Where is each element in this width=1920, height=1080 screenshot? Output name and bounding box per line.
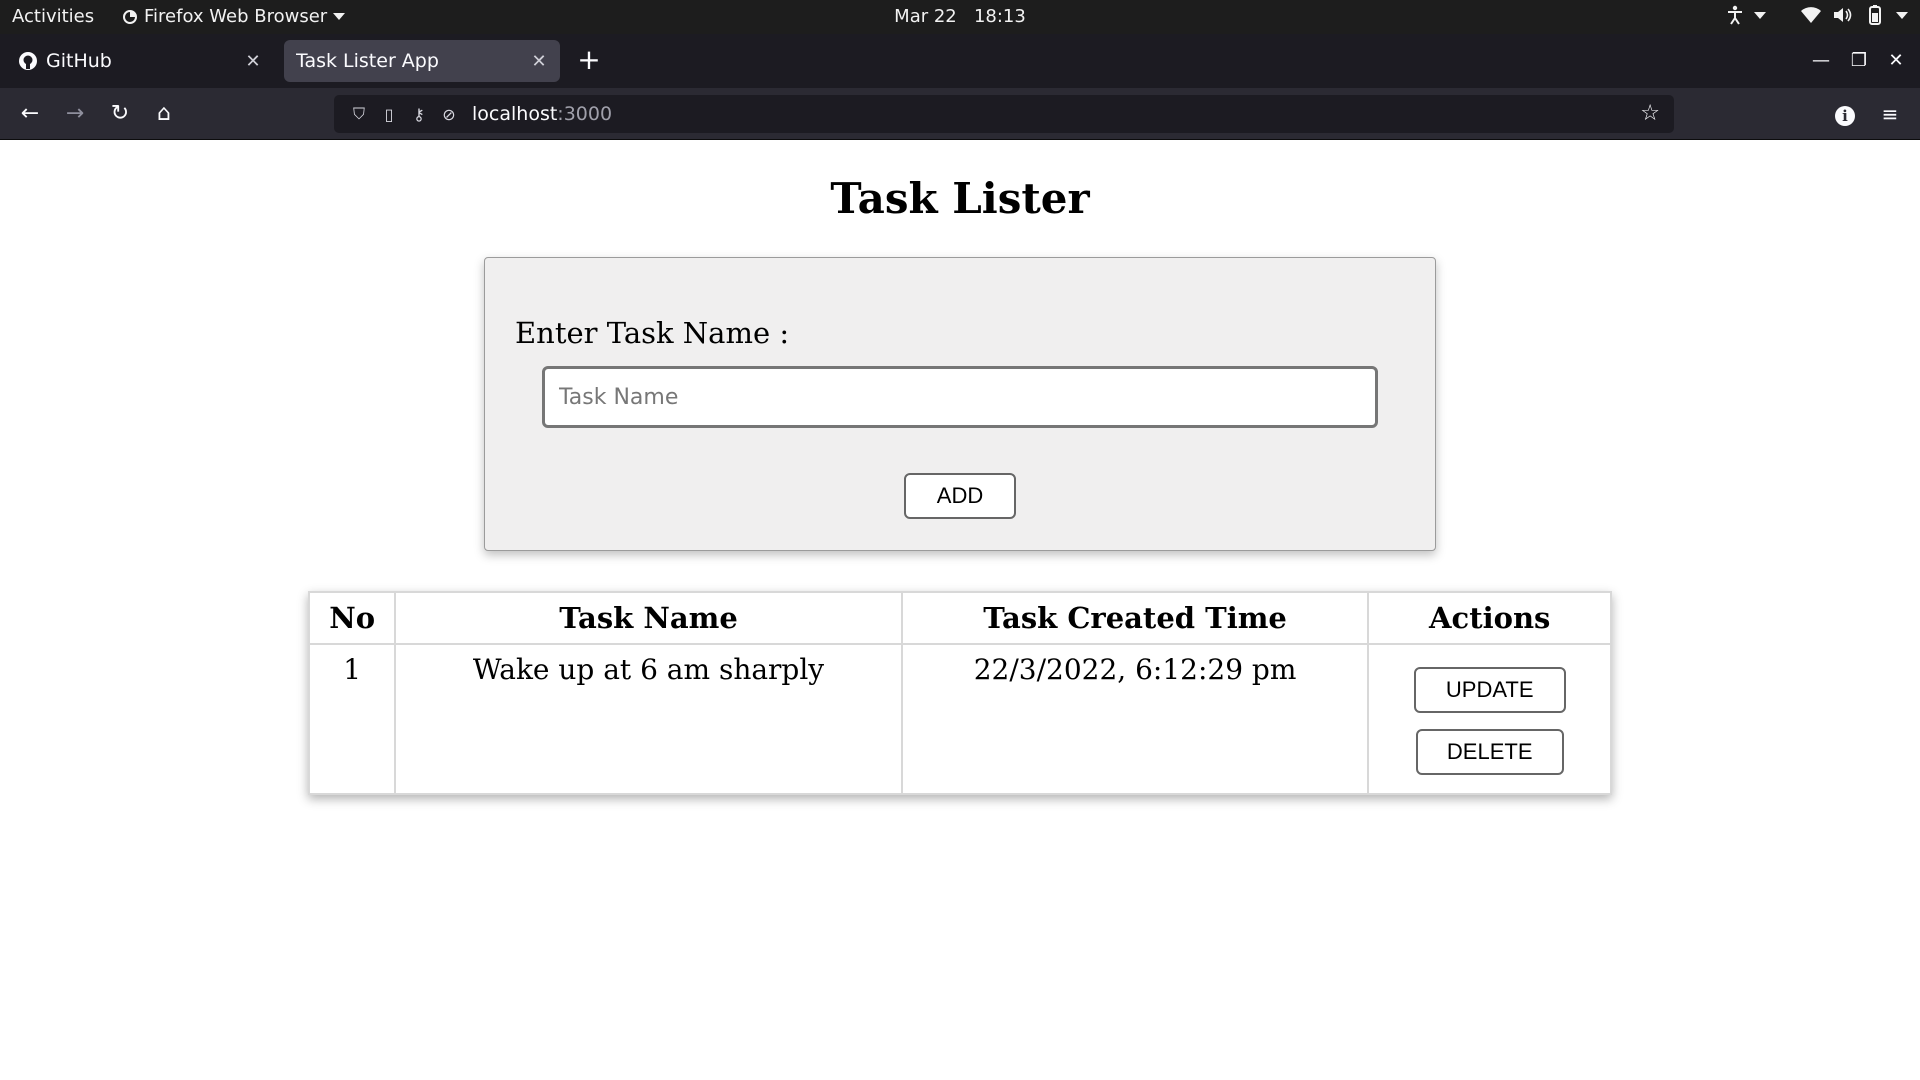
restore-icon[interactable]: ❐ [1846, 50, 1872, 71]
url-host: localhost [472, 103, 558, 125]
header-no: No [307, 591, 397, 645]
chevron-down-icon[interactable] [1754, 11, 1766, 19]
task-name-input[interactable] [542, 366, 1378, 428]
header-created-time: Task Created Time [900, 591, 1370, 645]
tab-task-lister[interactable]: Task Lister App ✕ [284, 40, 560, 82]
close-icon[interactable]: ✕ [530, 51, 548, 72]
system-top-bar: Activities Firefox Web Browser Mar 22 18… [0, 0, 1920, 34]
cell-actions: UPDATE DELETE [1367, 643, 1612, 795]
browser-tab-strip: GitHub ✕ Task Lister App ✕ + — ❐ ✕ [0, 34, 1920, 88]
github-icon [19, 52, 37, 70]
chevron-down-icon[interactable] [1896, 11, 1908, 19]
new-tab-button[interactable]: + [574, 46, 604, 76]
permissions-icon[interactable]: ⚷ [404, 105, 434, 124]
bookmark-star-icon[interactable]: ☆ [1640, 101, 1660, 126]
tracking-off-icon[interactable]: ⊘ [434, 105, 464, 124]
back-arrow-icon[interactable]: ← [14, 98, 46, 130]
menu-hamburger-icon[interactable]: ≡ [1874, 98, 1906, 130]
battery-icon[interactable] [1864, 5, 1886, 25]
clock-date: Mar 22 [894, 6, 957, 27]
info-icon[interactable]: i [1829, 98, 1861, 130]
volume-icon[interactable] [1832, 6, 1854, 24]
tab-title: GitHub [46, 50, 112, 72]
close-icon[interactable]: ✕ [244, 51, 262, 72]
url-port: :3000 [557, 103, 613, 125]
task-form-card: Enter Task Name : ADD [484, 257, 1436, 551]
tab-title: Task Lister App [296, 50, 439, 72]
delete-button[interactable]: DELETE [1415, 729, 1564, 775]
shield-icon[interactable]: ⛉ [344, 104, 374, 124]
header-task-name: Task Name [394, 591, 903, 645]
tab-github[interactable]: GitHub ✕ [6, 40, 274, 82]
update-button[interactable]: UPDATE [1413, 667, 1566, 713]
actions-group: UPDATE DELETE [1370, 653, 1609, 775]
clock-time: 18:13 [973, 6, 1026, 27]
header-actions: Actions [1367, 591, 1612, 645]
forward-arrow-icon[interactable]: → [59, 98, 91, 130]
wifi-icon[interactable] [1800, 6, 1822, 24]
accessibility-icon[interactable] [1726, 5, 1744, 25]
cell-created-time: 22/3/2022, 6:12:29 pm [900, 643, 1370, 795]
cell-task-name: Wake up at 6 am sharply [394, 643, 903, 795]
cell-no: 1 [307, 643, 397, 795]
home-icon[interactable]: ⌂ [148, 98, 180, 130]
minimize-icon[interactable]: — [1808, 50, 1834, 71]
clock[interactable]: Mar 22 18:13 [0, 6, 1920, 27]
system-tray[interactable] [1726, 5, 1908, 25]
window-close-icon[interactable]: ✕ [1883, 50, 1909, 71]
page-content: Task Lister Enter Task Name : ADD No Tas… [0, 140, 1920, 1080]
table-row: 1 Wake up at 6 am sharply 22/3/2022, 6:1… [307, 643, 1612, 795]
task-table: No Task Name Task Created Time Actions 1… [307, 591, 1612, 795]
table-header-row: No Task Name Task Created Time Actions [307, 591, 1612, 645]
reload-icon[interactable]: ↻ [104, 98, 136, 130]
url-bar[interactable]: ⛉ ▯ ⚷ ⊘ localhost:3000 ☆ [334, 95, 1674, 133]
page-title: Task Lister [830, 174, 1090, 223]
page-icon[interactable]: ▯ [374, 105, 404, 124]
add-button[interactable]: ADD [904, 473, 1016, 519]
task-name-label: Enter Task Name : [515, 316, 790, 350]
browser-nav-bar: ← → ↻ ⌂ ⛉ ▯ ⚷ ⊘ localhost:3000 ☆ i ≡ [0, 88, 1920, 140]
